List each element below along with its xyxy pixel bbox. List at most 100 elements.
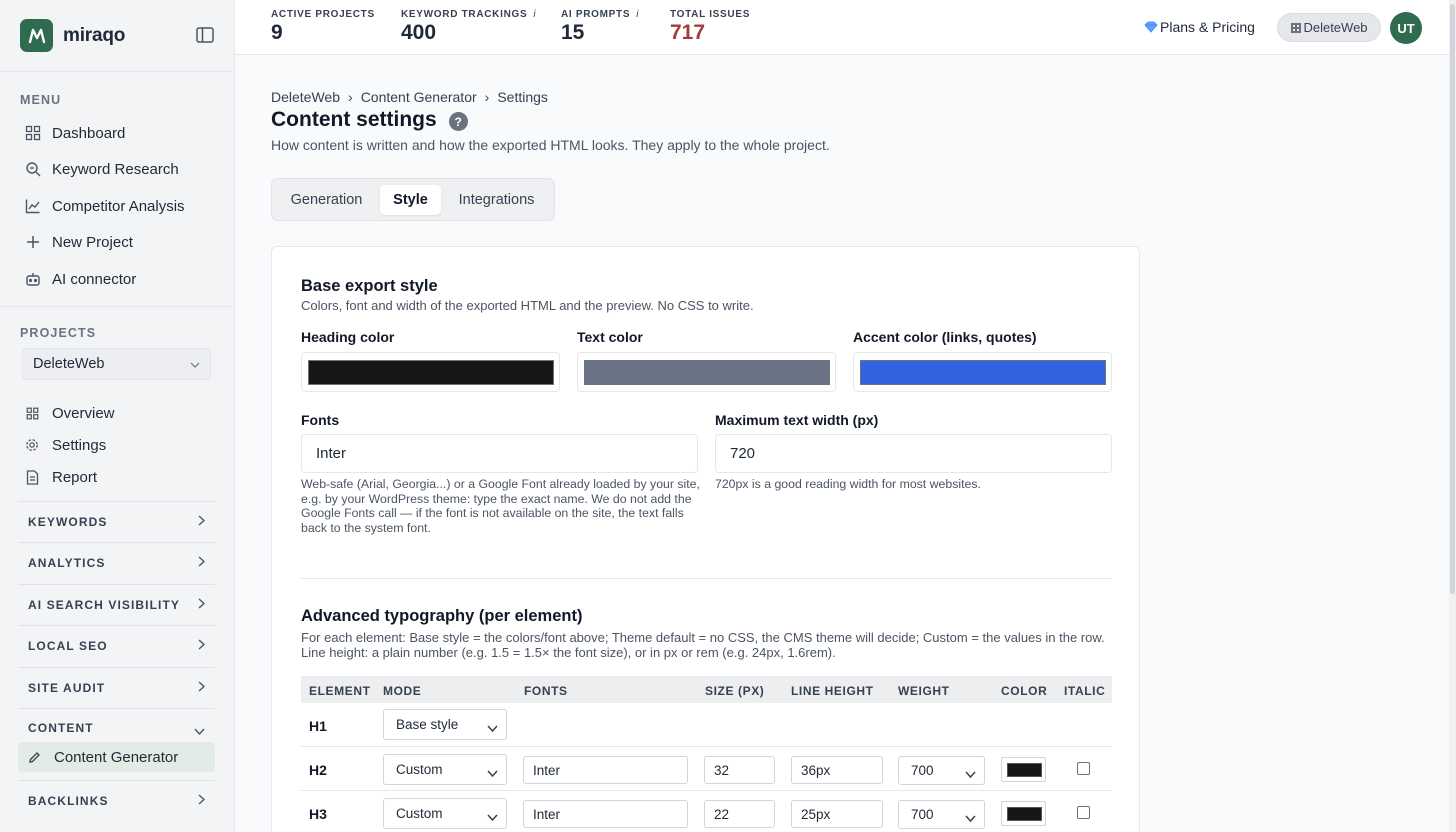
base-style-title: Base export style [301,277,438,295]
italic-checkbox[interactable] [1077,762,1090,775]
stat-value: 717 [670,21,706,44]
size-input[interactable]: 32 [704,756,775,784]
chart-line-icon [24,197,42,215]
weight-select-value: 700 [911,807,934,822]
page-scrollbar[interactable] [1449,0,1456,832]
stat-label: KEYWORD TRACKINGS [401,9,528,20]
italic-checkbox[interactable] [1077,806,1090,819]
sidebar: miraqo MENU Dashboard Keyword Research C… [0,0,235,832]
grid-icon [24,124,42,142]
text-color-swatch [584,360,830,385]
menu-item-competitor-analysis[interactable]: Competitor Analysis [20,191,215,221]
stat-active-projects: ACTIVE PROJECTS 9 [271,9,375,45]
color-picker[interactable] [1001,801,1046,826]
column-header: WEIGHT [898,684,950,698]
sidebar-section-keywords[interactable]: KEYWORDS [18,501,215,542]
sidebar-section-backlinks[interactable]: BACKLINKS [18,780,215,821]
column-header: COLOR [1001,684,1048,698]
sidebar-item-overview[interactable]: Overview [24,400,115,426]
heading-color-picker[interactable] [301,352,560,392]
brand[interactable]: miraqo [20,19,125,52]
stat-label: ACTIVE PROJECTS [271,9,375,20]
base-style-description: Colors, font and width of the exported H… [301,298,754,313]
sidebar-item-content-generator[interactable]: Content Generator [18,742,215,772]
heading-color-label: Heading color [301,329,395,345]
menu-item-dashboard[interactable]: Dashboard [20,118,215,148]
sidebar-section-ai-search-visibility[interactable]: AI SEARCH VISIBILITY [18,584,215,625]
font-input[interactable]: Inter [523,800,688,828]
breadcrumb-separator: › [348,89,353,105]
breadcrumb-item[interactable]: DeleteWeb [271,89,340,105]
menu-item-label: Keyword Research [52,160,179,178]
chevron-right-icon [198,794,206,808]
grid-icon [24,405,40,421]
sidebar-item-report[interactable]: Report [24,464,97,490]
sidebar-section-site-audit[interactable]: SITE AUDIT [18,667,215,708]
section-label: BACKLINKS [28,794,109,808]
sidebar-section-analytics[interactable]: ANALYTICS [18,542,215,583]
line-height-input[interactable]: 25px [791,800,883,828]
size-input[interactable]: 22 [704,800,775,828]
chevron-down-icon [487,720,498,735]
menu-item-new-project[interactable]: New Project [20,227,215,257]
text-color-picker[interactable] [577,352,836,392]
color-picker[interactable] [1001,757,1046,782]
breadcrumb-item[interactable]: Content Generator [361,89,477,105]
accent-color-picker[interactable] [853,352,1112,392]
menu-item-keyword-research[interactable]: Keyword Research [20,154,215,184]
document-icon [24,469,40,485]
tab-generation[interactable]: Generation [278,185,375,215]
max-width-input[interactable]: 720 [715,434,1112,473]
project-select[interactable]: DeleteWeb [22,348,211,380]
line-height-input[interactable]: 36px [791,756,883,784]
plans-pricing-link[interactable]: Plans & Pricing [1144,19,1255,35]
settings-tabs: Generation Style Integrations [271,178,555,221]
sidebar-toggle-icon[interactable] [195,26,215,44]
menu-title: MENU [20,93,62,107]
mode-select-value: Base style [396,717,459,732]
section-label: CONTENT [28,721,94,735]
scrollbar-thumb[interactable] [1450,4,1455,594]
workspace-label: DeleteWeb [1303,20,1368,35]
sidebar-item-settings[interactable]: Settings [24,432,106,458]
info-icon[interactable]: i [636,9,639,20]
tab-style[interactable]: Style [380,185,441,215]
section-label: SITE AUDIT [28,681,106,695]
help-icon[interactable]: ? [448,112,468,131]
element-name: H3 [309,806,327,822]
project-select-value: DeleteWeb [33,356,105,372]
font-input[interactable]: Inter [523,756,688,784]
projects-title: PROJECTS [20,326,97,340]
advanced-typography-description: For each element: Base style = the color… [301,630,1105,660]
weight-select[interactable]: 700 [898,800,985,829]
fonts-input[interactable]: Inter [301,434,698,473]
stat-total-issues[interactable]: TOTAL ISSUES 717 [670,9,750,45]
menu-item-ai-connector[interactable]: AI connector [20,264,215,294]
workspace-chip[interactable]: DeleteWeb [1277,13,1381,42]
sidebar-section-content[interactable]: CONTENT [18,708,215,742]
mode-select[interactable]: Custom [383,798,507,829]
typography-table-header: ELEMENT MODE FONTS SIZE (PX) LINE HEIGHT… [301,676,1112,703]
mode-select[interactable]: Custom [383,754,507,785]
brand-logo-icon [20,19,53,52]
stat-value: 9 [271,21,283,44]
search-icon [24,160,42,178]
info-icon[interactable]: i [533,9,536,20]
sidebar-divider [0,306,234,307]
stat-ai-prompts: AI PROMPTS i 15 [561,9,639,45]
mode-select[interactable]: Base style [383,709,507,740]
section-label: AI SEARCH VISIBILITY [28,598,181,612]
sidebar-section-local-seo[interactable]: LOCAL SEO [18,625,215,666]
accent-color-label: Accent color (links, quotes) [853,329,1037,345]
color-swatch [1007,807,1042,821]
mode-select-value: Custom [396,806,443,821]
sidebar-item-label: Overview [52,404,115,422]
table-row: H2 Custom Inter 32 36px 700 [301,747,1112,791]
tab-integrations[interactable]: Integrations [446,185,547,215]
weight-select[interactable]: 700 [898,756,985,785]
avatar[interactable]: UT [1390,12,1422,44]
sidebar-item-label: Report [52,468,98,486]
stat-keyword-trackings: KEYWORD TRACKINGS i 400 [401,9,536,45]
stat-label: AI PROMPTS [561,9,631,20]
plus-icon [24,233,42,251]
